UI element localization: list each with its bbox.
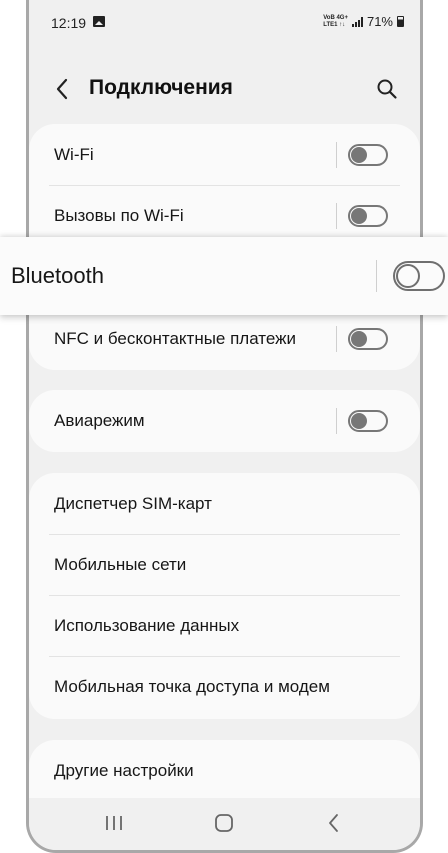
signal-icon — [351, 16, 363, 27]
navigation-bar — [29, 798, 420, 850]
row-divider — [336, 326, 337, 352]
status-bar: 12:19 VoB 4G+ LTE1 ↑↓ 71% — [29, 0, 420, 44]
hotspot-label: Мобильная точка доступа и модем — [54, 677, 330, 696]
network-type-top: VoB 4G+ — [323, 14, 348, 21]
wifi-calling-toggle[interactable] — [348, 205, 388, 227]
row-divider — [336, 408, 337, 434]
status-time: 12:19 — [51, 15, 87, 31]
row-divider — [336, 142, 337, 168]
sim-manager-label: Диспетчер SIM-карт — [54, 494, 212, 513]
toggle-knob — [351, 147, 367, 163]
nfc-label: NFC и бесконтактные платежи — [54, 329, 297, 348]
network-type: VoB 4G+ LTE1 ↑↓ — [323, 15, 348, 29]
battery-icon — [397, 16, 404, 27]
chevron-left-icon — [56, 78, 68, 100]
toggle-knob — [351, 413, 367, 429]
home-icon — [215, 814, 233, 832]
page-title: Подключения — [89, 76, 233, 99]
bluetooth-row[interactable]: Bluetooth — [0, 237, 448, 315]
toggle-knob — [351, 208, 367, 224]
home-button[interactable] — [207, 808, 241, 838]
list-item[interactable]: Использование данных — [29, 595, 420, 657]
wifi-label: Wi-Fi — [54, 145, 94, 164]
list-item[interactable]: Мобильная точка доступа и модем — [29, 656, 420, 718]
other-settings-label: Другие настройки — [54, 761, 194, 780]
page-header: Подключения — [29, 66, 420, 114]
mobile-networks-label: Мобильные сети — [54, 555, 187, 574]
recents-button[interactable] — [97, 808, 131, 838]
data-usage-label: Использование данных — [54, 616, 240, 635]
toggle-knob — [396, 264, 420, 288]
status-indicators: VoB 4G+ LTE1 ↑↓ 71% — [323, 14, 404, 29]
recents-icon — [106, 816, 122, 830]
airplane-row[interactable]: Авиарежим — [29, 390, 420, 452]
bluetooth-label: Bluetooth — [11, 263, 104, 288]
gallery-notification-icon — [93, 16, 105, 27]
network-type-bottom: LTE1 ↑↓ — [323, 21, 346, 28]
list-item[interactable]: Диспетчер SIM-карт — [29, 473, 420, 535]
nfc-toggle[interactable] — [348, 328, 388, 350]
back-button[interactable] — [47, 74, 77, 104]
bluetooth-toggle[interactable] — [393, 261, 445, 291]
battery-percent: 71% — [366, 14, 393, 29]
phone-screen: 12:19 VoB 4G+ LTE1 ↑↓ 71% Подключения Wi… — [26, 0, 423, 853]
wifi-toggle[interactable] — [348, 144, 388, 166]
search-icon — [377, 79, 397, 99]
row-divider — [376, 260, 377, 292]
airplane-toggle[interactable] — [348, 410, 388, 432]
toggle-knob — [351, 331, 367, 347]
network-settings-card: Диспетчер SIM-карт Мобильные сети Исполь… — [29, 473, 420, 719]
list-item[interactable]: Другие настройки — [29, 740, 420, 802]
airplane-label: Авиарежим — [54, 411, 145, 430]
back-icon — [329, 814, 338, 832]
list-item[interactable]: Мобильные сети — [29, 534, 420, 596]
row-divider — [336, 203, 337, 229]
wifi-calling-label: Вызовы по Wi-Fi — [54, 206, 184, 225]
search-button[interactable] — [372, 74, 402, 104]
airplane-card: Авиарежим — [29, 390, 420, 452]
nav-back-button[interactable] — [317, 808, 351, 838]
nfc-row[interactable]: NFC и бесконтактные платежи — [29, 308, 420, 370]
wifi-row[interactable]: Wi-Fi — [29, 124, 420, 186]
